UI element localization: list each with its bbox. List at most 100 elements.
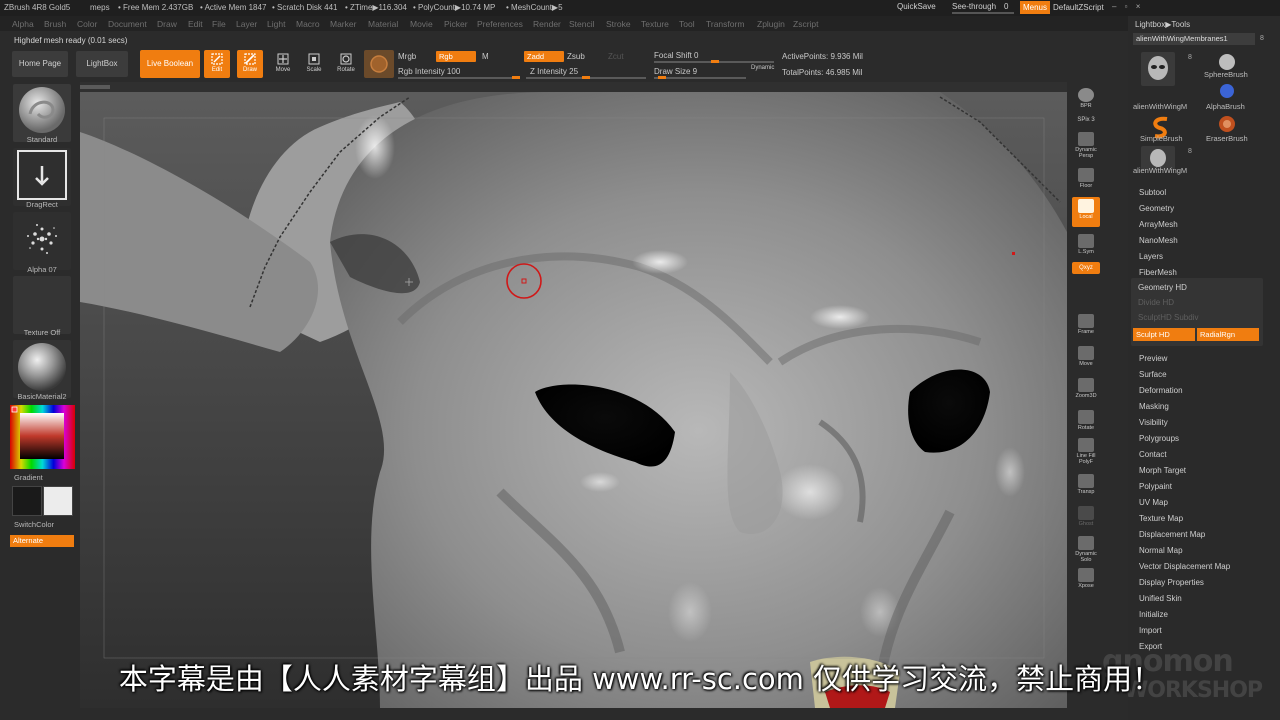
tool-thumb-spherebrush[interactable] bbox=[1210, 52, 1244, 86]
normal-map-menu[interactable]: Normal Map bbox=[1139, 546, 1183, 555]
focal-shift-slider[interactable]: Focal Shift 0 bbox=[654, 51, 698, 60]
rotate-button[interactable]: Rotate bbox=[333, 50, 359, 78]
menu-preferences[interactable]: Preferences bbox=[477, 19, 523, 29]
unified-skin-menu[interactable]: Unified Skin bbox=[1139, 594, 1182, 603]
ghost-button[interactable]: Ghost bbox=[1072, 504, 1100, 534]
rgb-intensity-slider[interactable]: Rgb Intensity 100 bbox=[398, 67, 460, 76]
masking-menu[interactable]: Masking bbox=[1139, 402, 1169, 411]
material-selector[interactable] bbox=[13, 340, 71, 398]
default-zscript-button[interactable]: DefaultZScript bbox=[1053, 3, 1104, 12]
menu-light[interactable]: Light bbox=[267, 19, 285, 29]
nanomesh-menu[interactable]: NanoMesh bbox=[1139, 236, 1178, 245]
menu-color[interactable]: Color bbox=[77, 19, 97, 29]
menu-material[interactable]: Material bbox=[368, 19, 398, 29]
fibermesh-menu[interactable]: FiberMesh bbox=[1139, 268, 1177, 277]
zadd-button[interactable]: Zadd bbox=[524, 51, 564, 62]
xpose-button[interactable]: Xpose bbox=[1072, 566, 1100, 596]
menu-texture[interactable]: Texture bbox=[641, 19, 669, 29]
see-through-slider[interactable]: See-through 0 bbox=[952, 1, 1014, 14]
menus-button[interactable]: Menus bbox=[1020, 1, 1050, 14]
texture-selector[interactable] bbox=[13, 276, 71, 334]
alternate-button[interactable]: Alternate bbox=[10, 535, 74, 547]
home-page-button[interactable]: Home Page bbox=[12, 51, 68, 77]
menu-file[interactable]: File bbox=[212, 19, 226, 29]
m-button[interactable]: M bbox=[482, 52, 489, 61]
menu-edit[interactable]: Edit bbox=[188, 19, 203, 29]
dynamic-toggle[interactable]: Dynamic bbox=[751, 65, 774, 71]
switch-color-button[interactable]: SwitchColor bbox=[14, 520, 78, 529]
lightbox-button[interactable]: LightBox bbox=[76, 51, 128, 77]
current-tool-name[interactable]: alienWithWingMembranes1 bbox=[1133, 33, 1255, 45]
viewport-scroll-thumb[interactable] bbox=[80, 85, 110, 89]
geometry-hd-menu[interactable]: Geometry HD bbox=[1138, 283, 1187, 292]
move-view-button[interactable]: Move bbox=[1072, 344, 1100, 374]
layers-menu[interactable]: Layers bbox=[1139, 252, 1163, 261]
window-controls[interactable]: – ▫ × bbox=[1112, 2, 1143, 11]
divide-hd-button[interactable]: Divide HD bbox=[1138, 298, 1174, 307]
menu-render[interactable]: Render bbox=[533, 19, 561, 29]
zcut-button[interactable]: Zcut bbox=[608, 52, 624, 61]
menu-marker[interactable]: Marker bbox=[330, 19, 356, 29]
polypaint-menu[interactable]: Polypaint bbox=[1139, 482, 1172, 491]
color-picker[interactable] bbox=[10, 405, 75, 469]
menu-layer[interactable]: Layer bbox=[236, 19, 257, 29]
menu-macro[interactable]: Macro bbox=[296, 19, 320, 29]
brush-selector[interactable] bbox=[13, 84, 71, 142]
initialize-menu[interactable]: Initialize bbox=[1139, 610, 1168, 619]
menu-zplugin[interactable]: Zplugin bbox=[757, 19, 785, 29]
morph-target-menu[interactable]: Morph Target bbox=[1139, 466, 1186, 475]
local-button[interactable]: Local bbox=[1072, 197, 1100, 227]
texture-map-menu[interactable]: Texture Map bbox=[1139, 514, 1183, 523]
menu-brush[interactable]: Brush bbox=[44, 19, 66, 29]
bpr-button[interactable]: BPR bbox=[1072, 86, 1100, 116]
z-intensity-slider[interactable]: Z Intensity 25 bbox=[530, 67, 578, 76]
menu-tool[interactable]: Tool bbox=[679, 19, 695, 29]
deformation-menu[interactable]: Deformation bbox=[1139, 386, 1183, 395]
main-color-swatch[interactable] bbox=[12, 486, 42, 516]
rgb-button[interactable]: Rgb bbox=[436, 51, 476, 62]
material-swatch-button[interactable] bbox=[364, 50, 394, 78]
floor-button[interactable]: Floor bbox=[1072, 166, 1100, 196]
tool-thumb-alien[interactable] bbox=[1141, 52, 1175, 86]
menu-document[interactable]: Document bbox=[108, 19, 147, 29]
viewport-scrollbar[interactable] bbox=[80, 82, 1067, 92]
canvas-viewport[interactable] bbox=[80, 92, 1067, 708]
geometry-menu[interactable]: Geometry bbox=[1139, 204, 1174, 213]
secondary-color-swatch[interactable] bbox=[43, 486, 73, 516]
menu-zscript[interactable]: Zscript bbox=[793, 19, 819, 29]
preview-menu[interactable]: Preview bbox=[1139, 354, 1167, 363]
draw-button[interactable]: Draw bbox=[237, 50, 263, 78]
rotate-view-button[interactable]: Rotate bbox=[1072, 408, 1100, 438]
menu-transform[interactable]: Transform bbox=[706, 19, 744, 29]
alpha-selector[interactable] bbox=[13, 212, 71, 270]
menu-alpha[interactable]: Alpha bbox=[12, 19, 34, 29]
quicksave-button[interactable]: QuickSave bbox=[897, 2, 936, 11]
xyz-button[interactable]: Qxyz bbox=[1072, 262, 1100, 274]
polyf-button[interactable]: Line Fill PolyF bbox=[1072, 436, 1100, 466]
stroke-selector[interactable] bbox=[13, 148, 71, 206]
scale-button[interactable]: Scale bbox=[301, 50, 327, 78]
visibility-menu[interactable]: Visibility bbox=[1139, 418, 1168, 427]
menu-stencil[interactable]: Stencil bbox=[569, 19, 595, 29]
radial-rgn-button[interactable]: RadialRgn bbox=[1197, 328, 1259, 341]
transp-button[interactable]: Transp bbox=[1072, 472, 1100, 502]
surface-menu[interactable]: Surface bbox=[1139, 370, 1167, 379]
menu-stroke[interactable]: Stroke bbox=[606, 19, 631, 29]
draw-size-slider[interactable]: Draw Size 9 bbox=[654, 67, 697, 76]
zoom3d-button[interactable]: Zoom3D bbox=[1072, 376, 1100, 406]
subtool-menu[interactable]: Subtool bbox=[1139, 188, 1166, 197]
polygroups-menu[interactable]: Polygroups bbox=[1139, 434, 1179, 443]
sculpthd-subdiv-slider[interactable]: SculptHD Subdiv bbox=[1138, 313, 1198, 322]
displacement-map-menu[interactable]: Displacement Map bbox=[1139, 530, 1205, 539]
import-menu[interactable]: Import bbox=[1139, 626, 1162, 635]
zsub-button[interactable]: Zsub bbox=[567, 52, 585, 61]
uv-map-menu[interactable]: UV Map bbox=[1139, 498, 1168, 507]
arraymesh-menu[interactable]: ArrayMesh bbox=[1139, 220, 1178, 229]
display-properties-menu[interactable]: Display Properties bbox=[1139, 578, 1204, 587]
sculpt-hd-button[interactable]: Sculpt HD bbox=[1133, 328, 1195, 341]
solo-button[interactable]: Dynamic Solo bbox=[1072, 534, 1100, 564]
edit-button[interactable]: Edit bbox=[204, 50, 230, 78]
menu-draw[interactable]: Draw bbox=[157, 19, 177, 29]
persp-button[interactable]: Dynamic Persp bbox=[1072, 130, 1100, 160]
move-button[interactable]: Move bbox=[270, 50, 296, 78]
